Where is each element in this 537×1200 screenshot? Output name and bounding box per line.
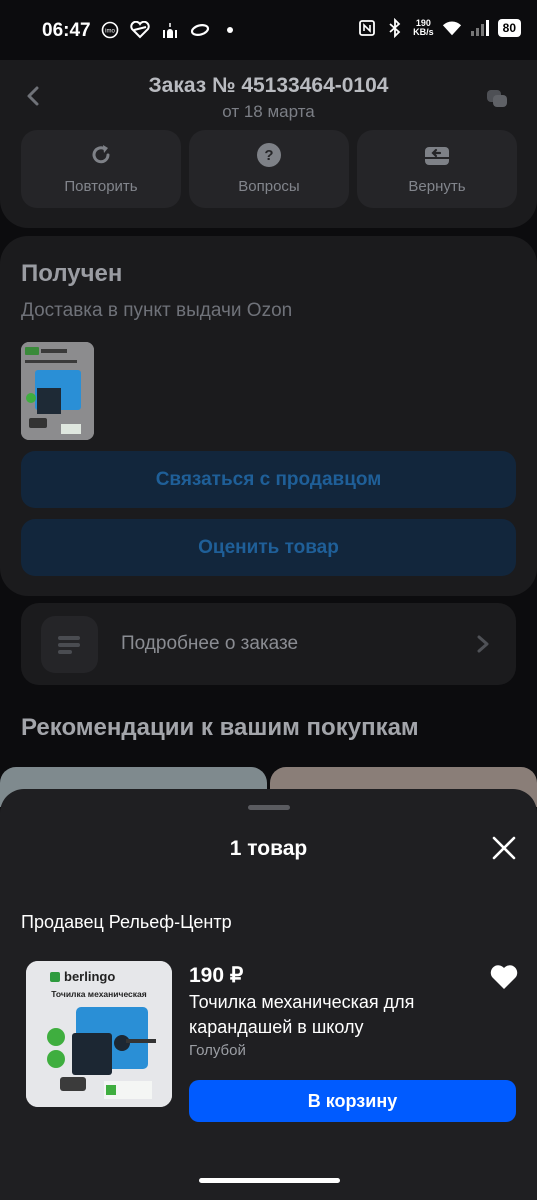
order-status-card: Получен Доставка в пункт выдачи Ozon Свя…	[0, 236, 537, 596]
sheet-title: 1 товар	[229, 837, 308, 860]
order-actions: Повторить ? Вопросы Вернуть	[21, 130, 517, 208]
bluetooth-icon	[385, 18, 405, 38]
product-variant: Голубой	[189, 1042, 246, 1059]
return-icon	[425, 147, 449, 165]
contact-seller-button[interactable]: Связаться с продавцом	[21, 451, 516, 508]
sheet-drag-handle[interactable]	[248, 805, 290, 810]
product-name[interactable]: Точилка механическая для карандашей в шк…	[189, 990, 459, 1040]
product-image[interactable]: berlingo Точилка механическая	[26, 961, 172, 1107]
product-price: 190 ₽	[189, 964, 244, 987]
return-button[interactable]: Вернуть	[357, 130, 517, 208]
status-title: Получен	[21, 260, 123, 287]
order-title: Заказ № 45133464-0104	[148, 74, 389, 97]
repeat-button[interactable]: Повторить	[21, 130, 181, 208]
cart-bottom-sheet: 1 товар Продавец Рельеф-Центр berlingo Т…	[0, 789, 537, 1200]
order-date: от 18 марта	[222, 102, 315, 121]
chevron-right-icon	[477, 635, 489, 653]
status-bar: 06:47 imo 190 KB/s 80	[0, 0, 537, 62]
favorite-heart-icon[interactable]	[489, 963, 519, 991]
mosque-icon	[160, 20, 180, 40]
signal-icon	[470, 18, 490, 38]
wifi-icon	[442, 18, 462, 38]
question-icon: ?	[257, 143, 281, 167]
list-icon	[41, 616, 98, 673]
add-to-cart-button[interactable]: В корзину	[189, 1080, 516, 1122]
network-speed: 190 KB/s	[413, 18, 434, 37]
order-details-label: Подробнее о заказе	[121, 633, 299, 654]
recommendations-title: Рекомендации к вашим покупкам	[21, 714, 419, 741]
dot-icon	[220, 20, 240, 40]
imo-icon: imo	[100, 20, 120, 40]
repeat-icon	[92, 145, 110, 164]
questions-button[interactable]: ? Вопросы	[189, 130, 349, 208]
svg-text:?: ?	[264, 147, 273, 164]
product-brand: berlingo	[64, 969, 115, 984]
battery-indicator: 80	[497, 19, 521, 37]
home-indicator[interactable]	[199, 1178, 340, 1183]
product-image-caption: Точилка механическая	[51, 989, 147, 999]
close-icon[interactable]	[491, 835, 517, 861]
rate-product-button[interactable]: Оценить товар	[21, 519, 516, 576]
svg-text:imo: imo	[105, 29, 115, 35]
nfc-icon	[357, 18, 377, 38]
ring-icon	[190, 20, 210, 40]
delivery-type: Доставка в пункт выдачи Ozon	[21, 300, 293, 321]
chat-icon[interactable]	[485, 86, 509, 110]
clock: 06:47	[42, 20, 91, 41]
order-details-link[interactable]: Подробнее о заказе	[21, 603, 516, 685]
heart-app-icon	[130, 20, 150, 40]
seller-name[interactable]: Продавец Рельеф-Центр	[21, 912, 232, 933]
order-header: Заказ № 45133464-0104 от 18 марта Повтор…	[0, 60, 537, 228]
product-thumbnail[interactable]	[21, 342, 94, 440]
